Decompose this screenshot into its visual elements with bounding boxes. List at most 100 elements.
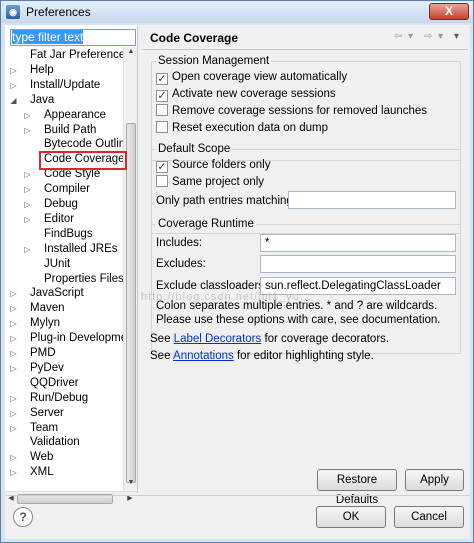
tree-item[interactable]: Properties Files Ed (5, 272, 123, 287)
expand-icon[interactable]: ▷ (9, 63, 18, 78)
tree-item[interactable]: ▷ XML (5, 465, 123, 480)
tree-item[interactable]: ▷ Server (5, 406, 123, 421)
tree-item-label: Editor (44, 212, 75, 225)
same-project-checkbox[interactable]: Same project only (156, 175, 264, 190)
open-view-checkbox[interactable]: ✓ Open coverage view automatically (156, 70, 347, 85)
excludes-label: Excludes: (156, 258, 206, 270)
tree-item[interactable]: ▷ Appearance (5, 108, 123, 123)
tree-item[interactable]: ▷ Team (5, 421, 123, 436)
forward-menu-icon[interactable]: ▾ (438, 31, 443, 42)
restore-defaults-button[interactable]: Restore Defaults (317, 469, 397, 506)
tree-item[interactable]: ▷ Web (5, 450, 123, 465)
expand-icon[interactable]: ▷ (9, 286, 18, 301)
apply-button[interactable]: Apply (405, 469, 464, 491)
preference-tree: Fat Jar Preferences ▷ Help ▷ Install/Update ◢… (5, 47, 123, 489)
expand-icon[interactable]: ▷ (23, 167, 32, 182)
expand-icon[interactable]: ▷ (23, 242, 32, 257)
tree-item[interactable]: QQDriver (5, 376, 123, 391)
tree-vertical-scrollbar[interactable]: ▲ ▼ (123, 47, 137, 491)
session-management-label: Session Management (156, 55, 272, 67)
remove-sessions-checkbox[interactable]: Remove coverage sessions for removed lau… (156, 104, 427, 119)
tree-item[interactable]: ▷ Run/Debug (5, 391, 123, 406)
collapse-icon[interactable]: ◢ (9, 93, 18, 108)
tree-item[interactable]: ◢ Java (5, 93, 123, 108)
expand-icon[interactable]: ▷ (9, 406, 18, 421)
ok-button[interactable]: OK (316, 506, 386, 528)
expand-icon[interactable]: ▷ (23, 108, 32, 123)
expand-icon[interactable]: ▷ (9, 316, 18, 331)
path-entries-field[interactable] (288, 191, 456, 209)
runtime-note-2: Please use these options with care, see … (156, 314, 441, 326)
tree-item-label: Properties Files Ed (44, 272, 123, 285)
scroll-up-icon[interactable]: ▲ (126, 48, 136, 58)
expand-icon[interactable]: ▷ (9, 391, 18, 406)
tree-item-label: JUnit (44, 257, 71, 270)
expand-icon[interactable]: ▷ (9, 331, 18, 346)
expand-icon[interactable]: ▷ (9, 78, 18, 93)
tree-item[interactable]: ▷ PyDev (5, 361, 123, 376)
tree-item[interactable]: FindBugs (5, 227, 123, 242)
default-scope-label: Default Scope (156, 143, 233, 155)
checkbox-box (156, 121, 168, 133)
expand-icon[interactable]: ▷ (23, 123, 32, 138)
tree-item[interactable]: Validation (5, 435, 123, 450)
includes-label: Includes: (156, 237, 203, 249)
label-decorators-link[interactable]: Label Decorators (174, 333, 262, 345)
annotations-link[interactable]: Annotations (173, 350, 234, 362)
filter-input[interactable]: type filter text (10, 29, 136, 46)
tree-item-label: Installed JREs (44, 242, 118, 255)
tree-item[interactable]: ▷ Build Path (5, 123, 123, 138)
source-folders-checkbox[interactable]: ✓ Source folders only (156, 158, 270, 173)
tree-item[interactable]: ▷ Mylyn (5, 316, 123, 331)
forward-icon[interactable]: ⇨ (424, 31, 432, 42)
tree-item[interactable]: ▷ PMD (5, 346, 123, 361)
tree-item[interactable]: ▷ Help (5, 63, 123, 78)
checkbox-box: ✓ (156, 161, 168, 173)
expand-icon[interactable]: ▷ (23, 212, 32, 227)
expand-icon[interactable]: ▷ (23, 197, 32, 212)
expand-icon[interactable]: ▷ (9, 301, 18, 316)
selection-highlight-box (39, 151, 127, 170)
tree-item[interactable]: ▷ Install/Update (5, 78, 123, 93)
tree-item-label: Install/Update (30, 78, 101, 91)
tree-item[interactable]: ▷ Plug-in Development (5, 331, 123, 346)
scroll-down-icon[interactable]: ▼ (126, 479, 136, 489)
expand-icon[interactable]: ▷ (9, 450, 18, 465)
activate-sessions-checkbox[interactable]: ✓ Activate new coverage sessions (156, 87, 336, 102)
back-icon[interactable]: ⇦ (394, 31, 402, 42)
help-icon[interactable]: ? (13, 507, 33, 527)
checkbox-label: Source folders only (172, 159, 271, 171)
tree-item[interactable]: JUnit (5, 257, 123, 272)
tree-item[interactable]: ▷ JavaScript (5, 286, 123, 301)
tree-item-label: Validation (30, 436, 80, 449)
expand-icon[interactable]: ▷ (9, 361, 18, 376)
tree-item[interactable]: ▷ Editor (5, 212, 123, 227)
excludes-field[interactable] (260, 255, 456, 273)
title-bar[interactable]: ◉ Preferences X (1, 1, 473, 23)
watermark-text: http://blog.csdn.net/lbl1_yu... (141, 291, 313, 303)
tree-item-label: Help (30, 63, 54, 76)
tree-item[interactable]: ▷ Compiler (5, 182, 123, 197)
close-window-button[interactable]: X (429, 3, 469, 20)
includes-field[interactable]: * (260, 234, 456, 252)
view-menu-icon[interactable]: ▾ (454, 31, 459, 42)
tree-item[interactable]: ▷ Maven (5, 301, 123, 316)
tree-item[interactable]: ▷ Debug (5, 197, 123, 212)
tree-item-label: Team (30, 421, 59, 434)
tree-item-label: Maven (30, 302, 65, 315)
expand-icon[interactable]: ▷ (9, 465, 18, 480)
tree-item-label: PMD (30, 347, 56, 359)
expand-icon[interactable]: ▷ (9, 421, 18, 436)
cancel-button[interactable]: Cancel (394, 506, 464, 528)
checkbox-label: Remove coverage sessions for removed lau… (172, 105, 428, 117)
checkbox-box (156, 104, 168, 116)
back-menu-icon[interactable]: ▾ (408, 31, 413, 42)
tree-item[interactable]: Fat Jar Preferences (5, 48, 123, 63)
scroll-thumb[interactable] (126, 123, 136, 483)
reset-data-checkbox[interactable]: Reset execution data on dump (156, 121, 328, 136)
expand-icon[interactable]: ▷ (23, 182, 32, 197)
header-separator (142, 49, 468, 50)
tree-item-label: Web (30, 451, 54, 464)
tree-item[interactable]: ▷ Installed JREs (5, 242, 123, 257)
expand-icon[interactable]: ▷ (9, 346, 18, 361)
